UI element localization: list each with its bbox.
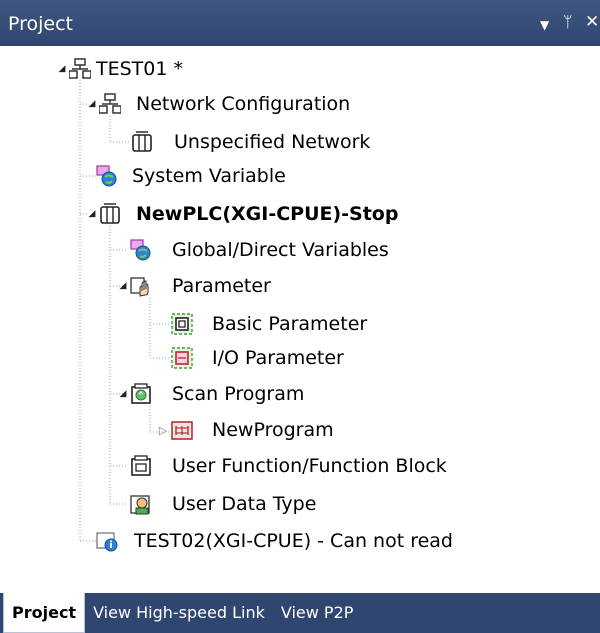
close-icon[interactable]: ✕ — [585, 12, 599, 32]
tree-item-system-variable[interactable]: System Variable — [132, 161, 286, 191]
chevron-down-icon[interactable]: ▼ — [540, 15, 549, 35]
tree-item-scan-program[interactable]: Scan Program — [172, 379, 304, 409]
expand-toggle[interactable] — [157, 425, 169, 437]
pin-icon[interactable]: ᛘ — [563, 12, 573, 32]
basic-parameter-icon — [171, 313, 193, 335]
tree-item-parameter[interactable]: Parameter — [172, 271, 271, 301]
tree-item-io-parameter[interactable]: I/O Parameter — [212, 343, 344, 373]
global-variables-icon — [130, 239, 151, 261]
plc-module-icon — [132, 131, 152, 152]
network-project-icon — [69, 58, 91, 79]
collapse-toggle[interactable] — [86, 98, 98, 110]
tree-item-basic-parameter[interactable]: Basic Parameter — [212, 309, 367, 339]
parameter-hand-icon — [130, 277, 149, 297]
tree-item-test02[interactable]: TEST02(XGI-CPUE) - Can not read — [134, 526, 453, 556]
tab-view-p2p[interactable]: View P2P — [273, 593, 362, 633]
tree-item-network-configuration[interactable]: Network Configuration — [136, 89, 350, 119]
scan-program-icon — [131, 383, 151, 404]
collapse-toggle[interactable] — [86, 208, 98, 220]
collapse-toggle[interactable] — [56, 63, 68, 75]
user-function-block-icon — [131, 455, 151, 476]
io-parameter-icon — [171, 347, 193, 369]
info-project-icon — [96, 532, 118, 552]
tree-item-new-plc[interactable]: NewPLC(XGI-CPUE)-Stop — [136, 199, 398, 229]
bottom-tab-bar: Project View High-speed Link View P2P — [0, 593, 600, 633]
tree-item-global-direct-variables[interactable]: Global/Direct Variables — [172, 235, 389, 265]
tree-item-user-data-type[interactable]: User Data Type — [172, 489, 316, 519]
network-configuration-icon — [99, 93, 121, 114]
tree-item-user-function-block[interactable]: User Function/Function Block — [172, 451, 447, 481]
collapse-toggle[interactable] — [117, 280, 129, 292]
tab-project[interactable]: Project — [3, 593, 86, 633]
tree-item-unspecified-network[interactable]: Unspecified Network — [174, 127, 370, 157]
panel-header: Project ▼ ᛘ ✕ — [0, 0, 600, 46]
project-tree: TEST01 * Network Configuration Unspecifi… — [0, 46, 600, 586]
tree-item-test01[interactable]: TEST01 * — [96, 54, 183, 84]
tree-item-new-program[interactable]: NewProgram — [212, 415, 334, 445]
system-variable-icon — [96, 165, 117, 187]
panel-title: Project — [8, 13, 74, 35]
collapse-toggle[interactable] — [117, 388, 129, 400]
plc-cpu-icon — [100, 203, 120, 224]
tab-view-high-speed-link[interactable]: View High-speed Link — [85, 593, 273, 633]
user-data-type-icon — [130, 495, 150, 515]
program-ladder-icon — [171, 421, 193, 440]
